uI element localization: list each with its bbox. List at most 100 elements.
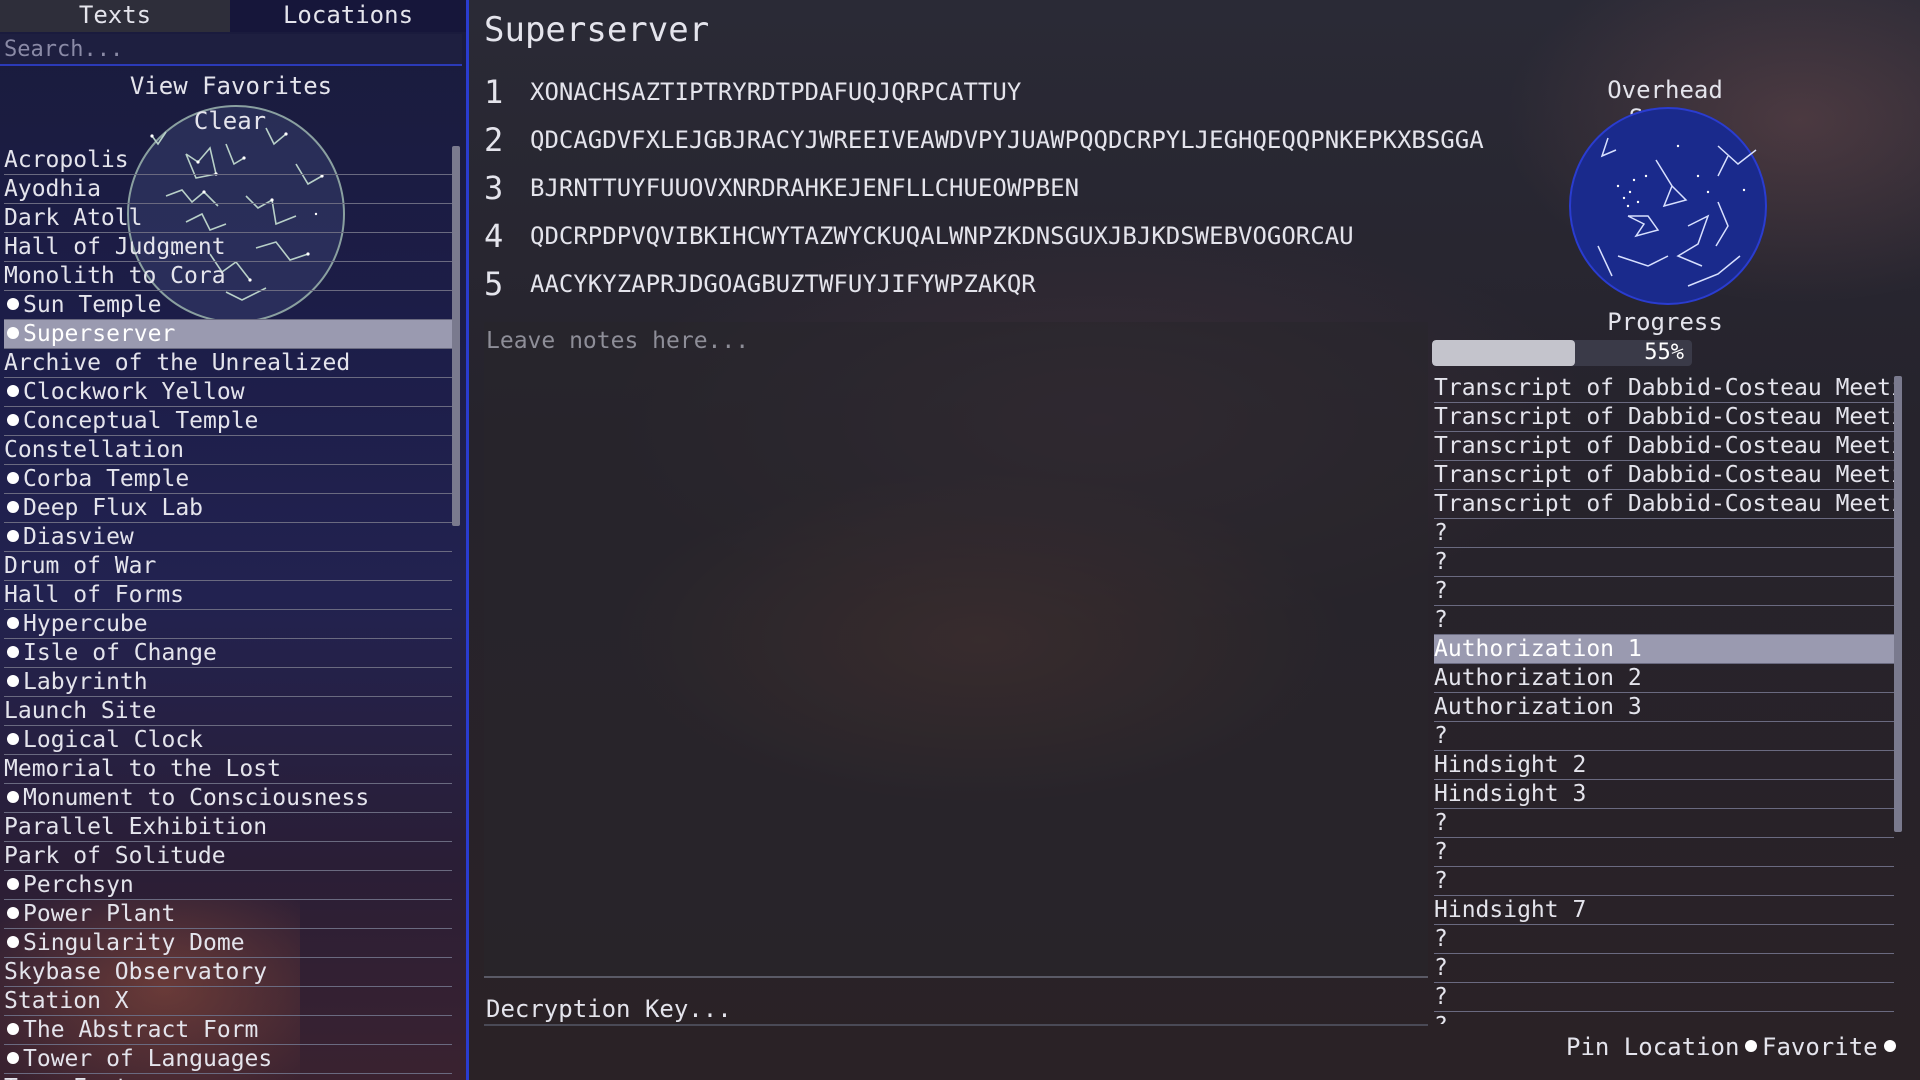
location-label: Tower of Languages (23, 1046, 273, 1072)
code-text: QDCRPDPVQVIBKIHCWYTAZWYCKUQALWNPZKDNSGUX… (530, 222, 1354, 250)
location-item[interactable]: Deep Flux Lab (4, 494, 452, 523)
text-list-item[interactable]: ? (1434, 983, 1894, 1012)
pinned-dot-icon (7, 500, 19, 513)
pinned-dot-icon (7, 326, 19, 339)
text-list-item[interactable]: ? (1434, 548, 1894, 577)
code-row: 2 QDCAGDVFXLEJGBJRACYJWREEIVEAWDVPYJUAWPQ… (484, 121, 1484, 159)
location-item[interactable]: Perchsyn (4, 871, 452, 900)
location-item[interactable]: Station X (4, 987, 452, 1016)
text-list-item[interactable]: Transcript of Dabbid-Costeau Meeting 1 (1434, 374, 1894, 403)
decryption-key-input[interactable]: Decryption Key... (484, 992, 1428, 1026)
clear-button[interactable]: Clear (180, 106, 280, 136)
text-list-item[interactable]: ? (1434, 809, 1894, 838)
location-item[interactable]: Diasview (4, 523, 452, 552)
location-label: Hypercube (23, 611, 148, 637)
pinned-dot-icon (7, 529, 19, 542)
location-item[interactable]: Park of Solitude (4, 842, 452, 871)
location-label: Labyrinth (23, 669, 148, 695)
text-list-item[interactable]: Authorization 2 (1434, 664, 1894, 693)
pinned-dot-icon (7, 790, 19, 803)
location-item[interactable]: Singularity Dome (4, 929, 452, 958)
location-item[interactable]: Launch Site (4, 697, 452, 726)
text-list-item[interactable]: Authorization 1 (1434, 635, 1894, 664)
text-list-item[interactable]: ? (1434, 867, 1894, 896)
sidebar-scrollbar[interactable] (452, 146, 460, 526)
texts-scrollbar[interactable] (1894, 376, 1902, 832)
pin-location-button[interactable]: Pin Location (1566, 1032, 1758, 1062)
code-text: XONACHSAZTIPTRYRDTPDAFUQJQRPCATTUY (530, 78, 1022, 106)
location-item[interactable]: Isle of Change (4, 639, 452, 668)
view-favorites-button[interactable]: View Favorites (0, 70, 462, 102)
pinned-dot-icon (7, 732, 19, 745)
text-list-item[interactable]: Hindsight 7 (1434, 896, 1894, 925)
location-item[interactable]: Hall of Forms (4, 581, 452, 610)
text-list-item[interactable]: ? (1434, 577, 1894, 606)
location-item[interactable]: Labyrinth (4, 668, 452, 697)
location-label: Hall of Forms (4, 582, 185, 608)
location-label: Drum of War (4, 553, 157, 579)
location-item[interactable]: Parallel Exhibition (4, 813, 452, 842)
code-number: 4 (484, 217, 504, 255)
text-list-item[interactable]: ? (1434, 722, 1894, 751)
pinned-dot-icon (7, 297, 19, 310)
location-item[interactable]: Skybase Observatory (4, 958, 452, 987)
notes-field[interactable]: Leave notes here... (484, 322, 1428, 978)
text-list-item[interactable]: ? (1434, 1012, 1894, 1024)
pinned-dot-icon (7, 674, 19, 687)
text-list-item[interactable]: ? (1434, 838, 1894, 867)
location-item[interactable]: Hypercube (4, 610, 452, 639)
text-list-item[interactable]: Authorization 3 (1434, 693, 1894, 722)
code-row: 4 QDCRPDPVQVIBKIHCWYTAZWYCKUQALWNPZKDNSGU… (484, 217, 1354, 255)
location-item[interactable]: Logical Clock (4, 726, 452, 755)
texts-list: Transcript of Dabbid-Costeau Meeting 1Tr… (1434, 374, 1894, 1024)
location-label: Memorial to the Lost (4, 756, 281, 782)
location-item[interactable]: Power Plant (4, 900, 452, 929)
location-item[interactable]: Hall of Judgment (4, 233, 452, 262)
location-item[interactable]: The Abstract Form (4, 1016, 452, 1045)
text-list-item[interactable]: Transcript of Dabbid-Costeau Meeting 5 (1434, 490, 1894, 519)
location-item[interactable]: Archive of the Unrealized (4, 349, 452, 378)
location-item[interactable]: Corba Temple (4, 465, 452, 494)
text-list-item[interactable]: Hindsight 3 (1434, 780, 1894, 809)
location-item[interactable]: Drum of War (4, 552, 452, 581)
pinned-dot-icon (7, 616, 19, 629)
location-item[interactable]: Tower of Languages (4, 1045, 452, 1074)
search-input[interactable]: Search... (0, 34, 462, 66)
pinned-dot-icon (7, 1051, 19, 1064)
location-item[interactable]: Monument to Consciousness (4, 784, 452, 813)
overhead-star-map (1569, 107, 1767, 305)
location-item[interactable]: Superserver (4, 320, 452, 349)
text-list-item[interactable]: ? (1434, 519, 1894, 548)
location-label: Acropolis (4, 147, 129, 173)
location-item[interactable]: True East (4, 1074, 452, 1080)
text-list-item[interactable]: ? (1434, 606, 1894, 635)
code-row: 3 BJRNTTUYFUUOVXNRDRAHKEJENFLLCHUEOWPBEN (484, 169, 1079, 207)
location-item[interactable]: Constellation (4, 436, 452, 465)
location-item[interactable]: Conceptual Temple (4, 407, 452, 436)
sidebar-tabs: Texts Locations (0, 0, 466, 32)
tab-locations[interactable]: Locations (230, 0, 466, 32)
text-list-item[interactable]: Transcript of Dabbid-Costeau Meeting 3 (1434, 432, 1894, 461)
tab-texts[interactable]: Texts (0, 0, 230, 32)
location-label: Parallel Exhibition (4, 814, 268, 840)
location-item[interactable]: Clockwork Yellow (4, 378, 452, 407)
location-item[interactable]: Sun Temple (4, 291, 452, 320)
location-label: Constellation (4, 437, 185, 463)
pinned-dot-icon (7, 645, 19, 658)
location-item[interactable]: Ayodhia (4, 175, 452, 204)
location-item[interactable]: Dark Atoll (4, 204, 452, 233)
location-label: True East (4, 1075, 129, 1080)
location-item[interactable]: Acropolis (4, 146, 452, 175)
location-item[interactable]: Monolith to Cora (4, 262, 452, 291)
text-list-item[interactable]: Hindsight 2 (1434, 751, 1894, 780)
text-list-item[interactable]: ? (1434, 954, 1894, 983)
code-row: 5 AACYKYZAPRJDGOAGBUZTWFUYJIFYWPZAKQR (484, 265, 1036, 303)
location-label: Clockwork Yellow (23, 379, 245, 405)
code-number: 1 (484, 73, 504, 111)
location-item[interactable]: Memorial to the Lost (4, 755, 452, 784)
text-list-item[interactable]: Transcript of Dabbid-Costeau Meeting 4 (1434, 461, 1894, 490)
text-list-item[interactable]: ? (1434, 925, 1894, 954)
location-label: The Abstract Form (23, 1017, 259, 1043)
favorite-button[interactable]: Favorite (1762, 1032, 1896, 1062)
text-list-item[interactable]: Transcript of Dabbid-Costeau Meeting 2 (1434, 403, 1894, 432)
